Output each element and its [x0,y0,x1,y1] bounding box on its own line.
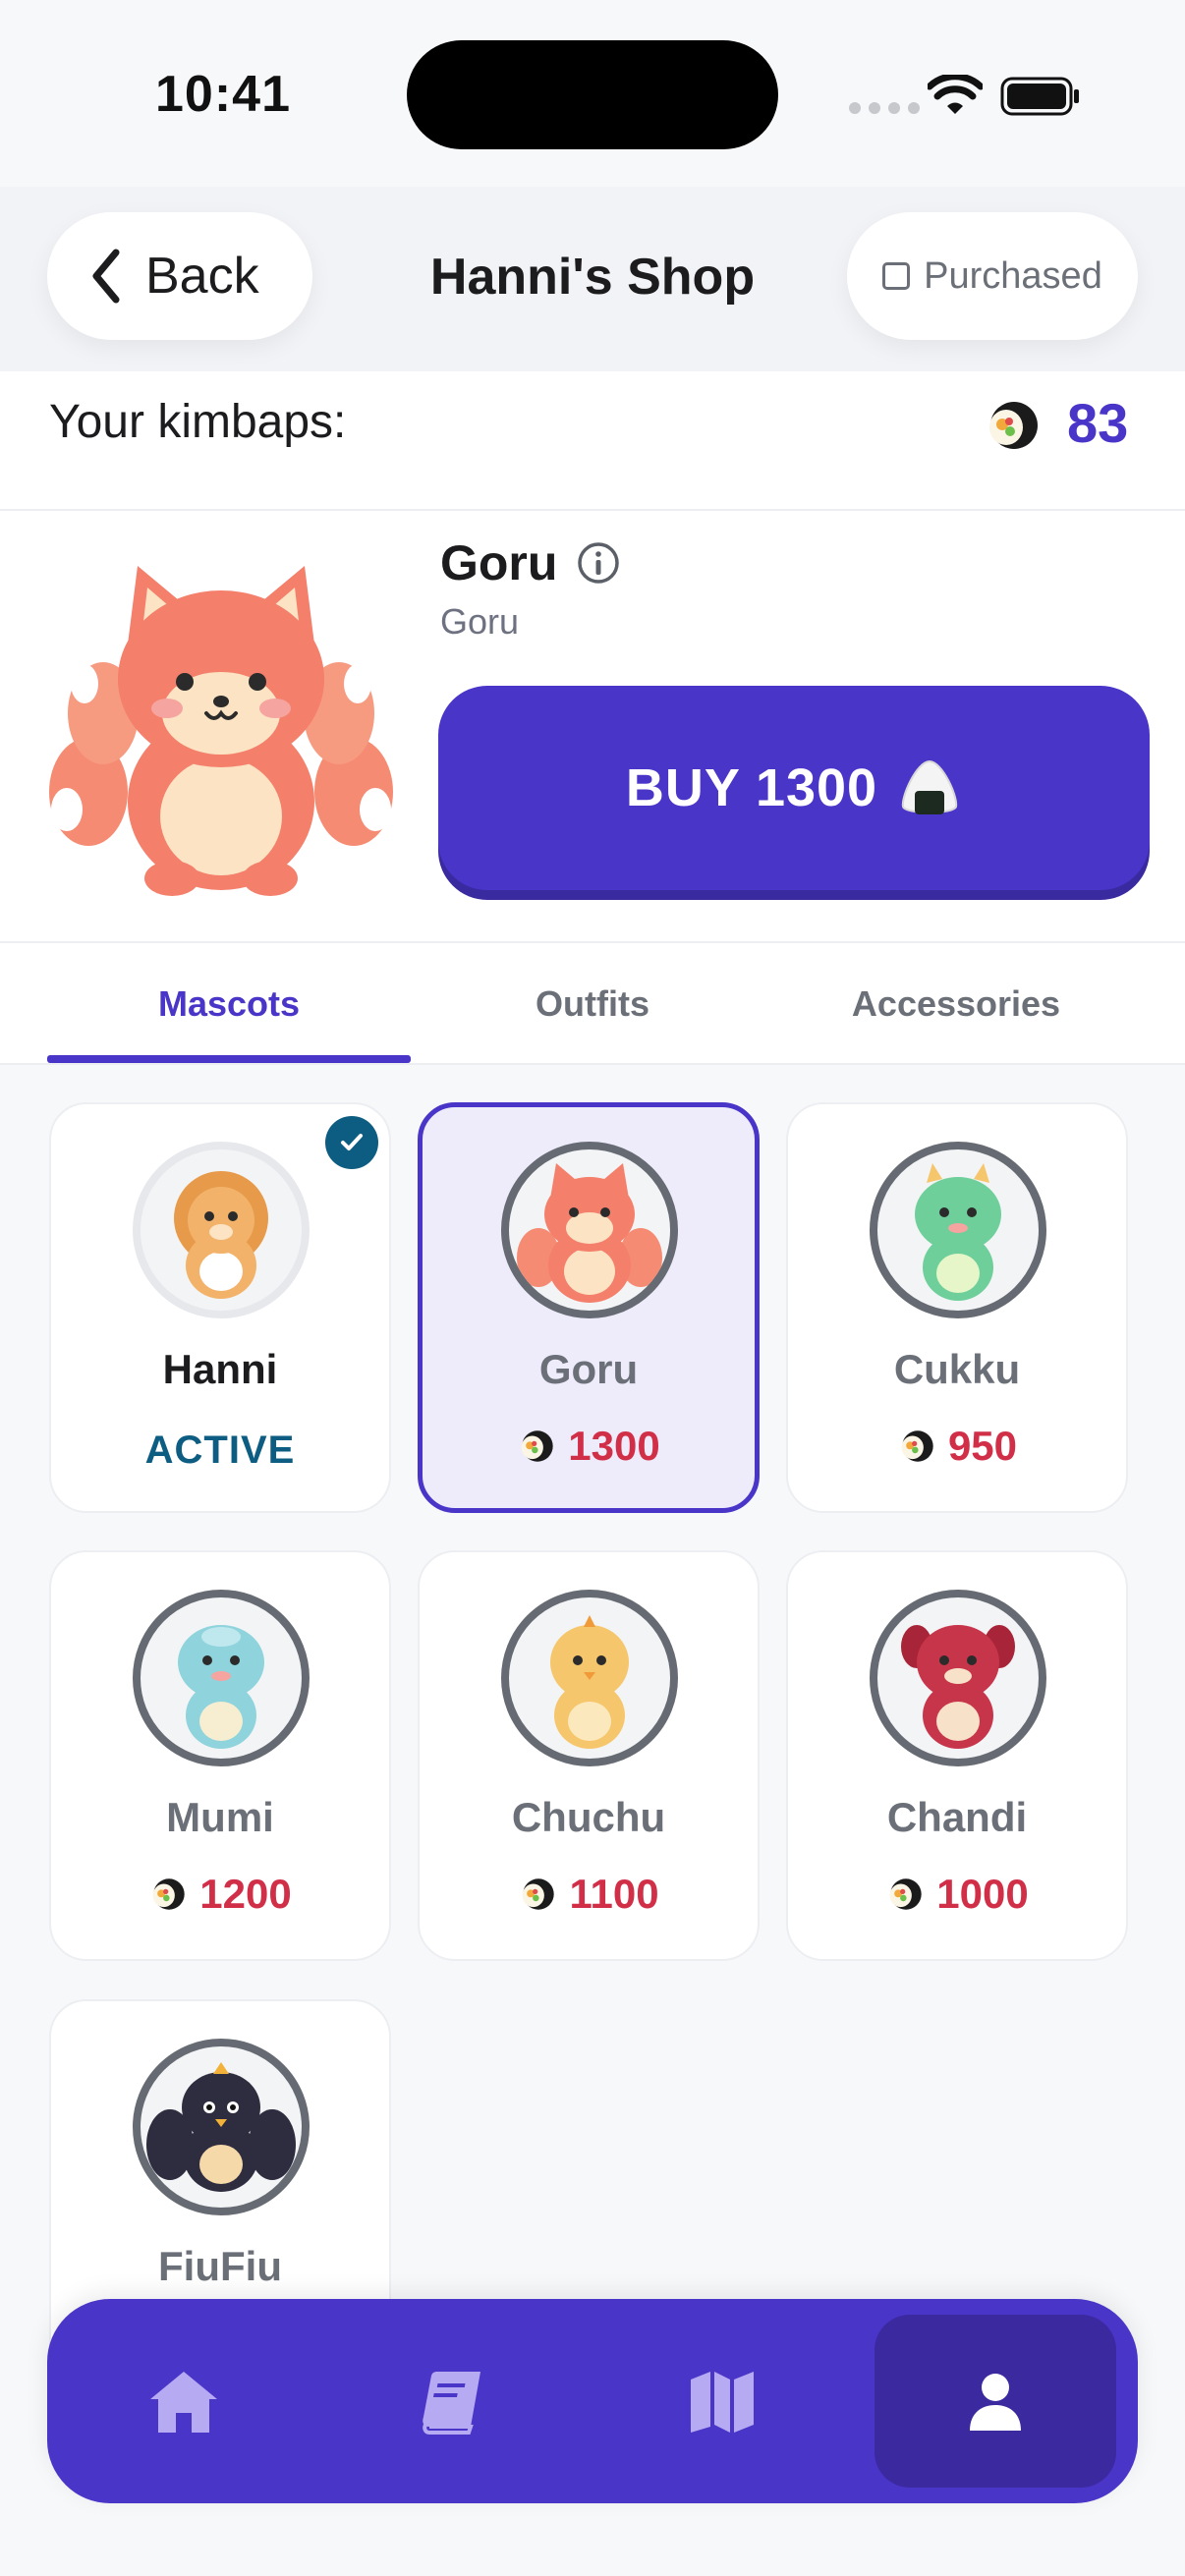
mumi-mascot-icon [178,1625,264,1749]
mascot-card-cukku[interactable]: Cukku 950 [786,1102,1128,1513]
price-row: 950 [788,1423,1126,1470]
bottom-navigation [47,2299,1138,2503]
tab-outfits[interactable]: Outfits [411,943,774,1065]
tab-mascots[interactable]: Mascots [47,943,411,1065]
dynamic-island [407,40,778,149]
mascot-card-goru[interactable]: Goru 1300 [418,1102,760,1513]
kimbap-icon [989,402,1038,449]
price-row: 1100 [420,1871,758,1918]
chandi-mascot-icon [901,1625,1015,1749]
kimbap-balance-bar: Your kimbaps: 83 [0,371,1185,511]
selected-item-preview: Goru Goru BUY 1300 [0,511,1185,943]
price-row: 1200 [51,1871,389,1918]
nav-home[interactable] [63,2315,305,2488]
cellular-signal-icon [849,102,920,114]
kimbap-icon [152,1878,185,1910]
fiufiu-mascot-icon [146,2062,296,2192]
chevron-left-icon [92,249,120,304]
buy-label: BUY 1300 [625,758,878,817]
mascot-name: Chandi [886,1794,1028,1840]
buy-button[interactable]: BUY 1300 [438,686,1150,890]
onigiri-icon [902,759,958,814]
book-icon [423,2372,480,2435]
mascot-name: Hanni [162,1346,278,1392]
back-label: Back [145,248,259,305]
active-tab-indicator [47,1055,411,1063]
kimbap-icon [523,1878,555,1910]
avatar [870,1142,1046,1318]
mascot-name: FiuFiu [158,2243,282,2289]
kimbap-icon [521,1430,553,1462]
category-tabs: Mascots Outfits Accessories [0,943,1185,1065]
mascot-card-mumi[interactable]: Mumi 1200 [49,1550,391,1961]
kimbap-icon [889,1878,922,1910]
avatar [501,1590,678,1766]
avatar [133,2039,310,2215]
nav-book[interactable] [332,2315,574,2488]
chuchu-mascot-icon [550,1615,629,1749]
back-button[interactable]: Back [47,212,312,340]
mascot-card-chuchu[interactable]: Chuchu 1100 [418,1550,760,1961]
mascot-name: Cukku [893,1346,1021,1392]
goru-mascot-icon [517,1163,662,1303]
avatar [870,1590,1046,1766]
nav-map[interactable] [601,2315,843,2488]
tab-accessories[interactable]: Accessories [774,943,1138,1065]
purchased-label: Purchased [924,254,1102,297]
mascot-card-hanni[interactable]: Hanni ACTIVE [49,1102,391,1513]
price-value: 1300 [568,1423,660,1469]
info-icon[interactable] [577,541,620,585]
mascot-card-chandi[interactable]: Chandi 1000 [786,1550,1128,1961]
status-time: 10:41 [155,66,291,123]
goru-mascot-illustration [49,566,393,896]
battery-icon [1000,77,1079,116]
cukku-mascot-icon [915,1163,1001,1301]
home-icon [150,2372,217,2433]
purchased-filter-toggle[interactable]: Purchased [847,212,1138,340]
shop-header: Back Hanni's Shop Purchased [0,187,1185,371]
active-status-label: ACTIVE [144,1428,296,1472]
mascot-name: Chuchu [511,1794,666,1840]
avatar [133,1142,310,1318]
kimbap-icon [901,1430,933,1462]
map-icon [691,2372,754,2433]
price-row: 1000 [788,1871,1126,1918]
mascot-name: Mumi [166,1794,274,1840]
avatar [133,1590,310,1766]
preview-name-row: Goru [440,534,620,591]
hanni-mascot-icon [174,1171,268,1299]
mascot-name: Goru [538,1346,639,1392]
profile-icon [970,2374,1021,2431]
nav-profile[interactable] [875,2315,1116,2488]
balance-value: 83 [1067,392,1129,454]
checkbox-icon[interactable] [882,262,911,290]
price-value: 950 [947,1423,1018,1469]
price-value: 1100 [569,1871,659,1917]
wifi-icon [928,75,983,114]
status-bar: 10:41 [0,0,1185,187]
balance-label: Your kimbaps: [49,396,347,448]
preview-name: Goru [440,535,558,590]
avatar [501,1142,678,1318]
price-value: 1000 [936,1871,1029,1917]
price-value: 1200 [199,1871,292,1917]
owned-check-icon [325,1116,378,1169]
preview-subtitle: Goru [440,601,520,642]
price-row: 1300 [423,1423,755,1470]
